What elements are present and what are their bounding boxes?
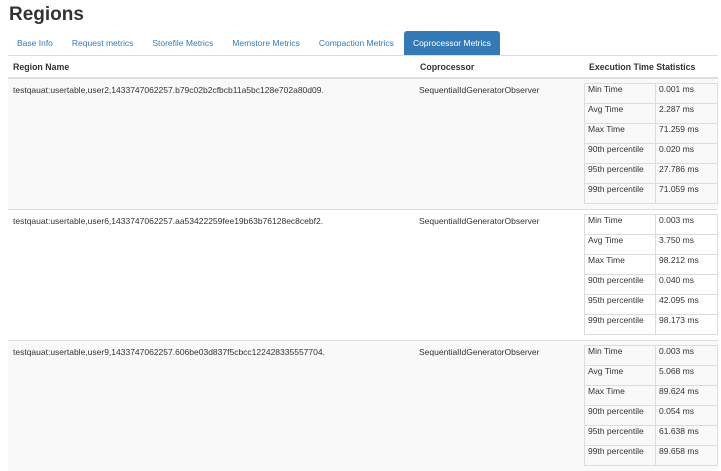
regions-table: Region Name Coprocessor Execution Time S… [8,57,718,471]
tab-request-metrics[interactable]: Request metrics [63,31,142,55]
stat-label: Max Time [585,124,656,144]
stat-label: Avg Time [585,235,656,255]
stats-row: 90th percentile0.020 ms [585,144,718,164]
tab-coprocessor-metrics[interactable]: Coprocessor Metrics [404,31,500,55]
stat-label: 90th percentile [585,275,656,295]
stat-label: Min Time [585,215,656,235]
execution-stats-table: Min Time0.001 ms Avg Time2.287 ms Max Ti… [584,83,718,204]
stat-value: 0.003 ms [656,346,718,366]
column-header-region-name: Region Name [8,57,415,78]
stats-row: Avg Time5.068 ms [585,366,718,386]
stats-row: 90th percentile0.040 ms [585,275,718,295]
stat-label: 99th percentile [585,315,656,335]
regions-page: Regions Base Info Request metrics Storef… [0,0,721,469]
table-row: testqauat:usertable,user6,1433747062257.… [8,210,718,341]
stat-label: 90th percentile [585,144,656,164]
stats-row: 99th percentile98.173 ms [585,315,718,335]
stats-row: 90th percentile0.054 ms [585,406,718,426]
coprocessor-cell: SequentialIdGeneratorObserver [415,78,584,210]
column-header-coprocessor: Coprocessor [415,57,584,78]
execution-stats-cell: Min Time0.001 ms Avg Time2.287 ms Max Ti… [584,78,718,210]
stat-value: 0.054 ms [656,406,718,426]
stat-label: 99th percentile [585,184,656,204]
column-header-execution-time: Execution Time Statistics [584,57,718,78]
stats-row: Max Time89.624 ms [585,386,718,406]
stat-value: 71.259 ms [656,124,718,144]
stats-row: Avg Time2.287 ms [585,104,718,124]
stats-row: Min Time0.003 ms [585,346,718,366]
stat-label: Avg Time [585,366,656,386]
stats-row: 95th percentile27.786 ms [585,164,718,184]
tab-memstore-metrics[interactable]: Memstore Metrics [223,31,309,55]
stat-value: 5.068 ms [656,366,718,386]
stat-value: 0.040 ms [656,275,718,295]
coprocessor-cell: SequentialIdGeneratorObserver [415,210,584,341]
stat-value: 2.287 ms [656,104,718,124]
coprocessor-cell: SequentialIdGeneratorObserver [415,341,584,471]
stat-value: 0.003 ms [656,215,718,235]
execution-stats-cell: Min Time0.003 ms Avg Time5.068 ms Max Ti… [584,341,718,471]
region-name-cell: testqauat:usertable,user2,1433747062257.… [8,78,415,210]
stats-row: 99th percentile89.658 ms [585,446,718,466]
stat-value: 89.658 ms [656,446,718,466]
tab-storefile-metrics[interactable]: Storefile Metrics [143,31,222,55]
execution-stats-table: Min Time0.003 ms Avg Time3.750 ms Max Ti… [584,214,718,335]
stat-label: 95th percentile [585,426,656,446]
stats-row: Max Time98.212 ms [585,255,718,275]
stat-value: 98.173 ms [656,315,718,335]
stat-label: 90th percentile [585,406,656,426]
stats-row: Min Time0.003 ms [585,215,718,235]
stat-value: 0.020 ms [656,144,718,164]
stat-value: 61.638 ms [656,426,718,446]
stat-label: Max Time [585,386,656,406]
table-row: testqauat:usertable,user2,1433747062257.… [8,78,718,210]
stat-label: 95th percentile [585,295,656,315]
stat-label: 95th percentile [585,164,656,184]
stat-value: 89.624 ms [656,386,718,406]
table-row: testqauat:usertable,user9,1433747062257.… [8,341,718,471]
stats-row: Avg Time3.750 ms [585,235,718,255]
stat-value: 27.786 ms [656,164,718,184]
stats-row: Min Time0.001 ms [585,84,718,104]
stat-label: Avg Time [585,104,656,124]
stat-value: 42.095 ms [656,295,718,315]
stat-label: Min Time [585,346,656,366]
stats-row: Max Time71.259 ms [585,124,718,144]
region-name-cell: testqauat:usertable,user6,1433747062257.… [8,210,415,341]
tab-base-info[interactable]: Base Info [8,31,62,55]
stats-row: 95th percentile61.638 ms [585,426,718,446]
page-title: Regions [9,4,84,26]
stat-value: 71.059 ms [656,184,718,204]
region-name-cell: testqauat:usertable,user9,1433747062257.… [8,341,415,471]
execution-stats-cell: Min Time0.003 ms Avg Time3.750 ms Max Ti… [584,210,718,341]
stat-label: Max Time [585,255,656,275]
execution-stats-table: Min Time0.003 ms Avg Time5.068 ms Max Ti… [584,345,718,466]
stat-value: 3.750 ms [656,235,718,255]
stats-row: 99th percentile71.059 ms [585,184,718,204]
stats-row: 95th percentile42.095 ms [585,295,718,315]
stat-value: 0.001 ms [656,84,718,104]
stat-label: Min Time [585,84,656,104]
table-header-row: Region Name Coprocessor Execution Time S… [8,57,718,78]
stat-value: 98.212 ms [656,255,718,275]
metrics-tabs: Base Info Request metrics Storefile Metr… [8,30,718,56]
tab-compaction-metrics[interactable]: Compaction Metrics [310,31,403,55]
stat-label: 99th percentile [585,446,656,466]
